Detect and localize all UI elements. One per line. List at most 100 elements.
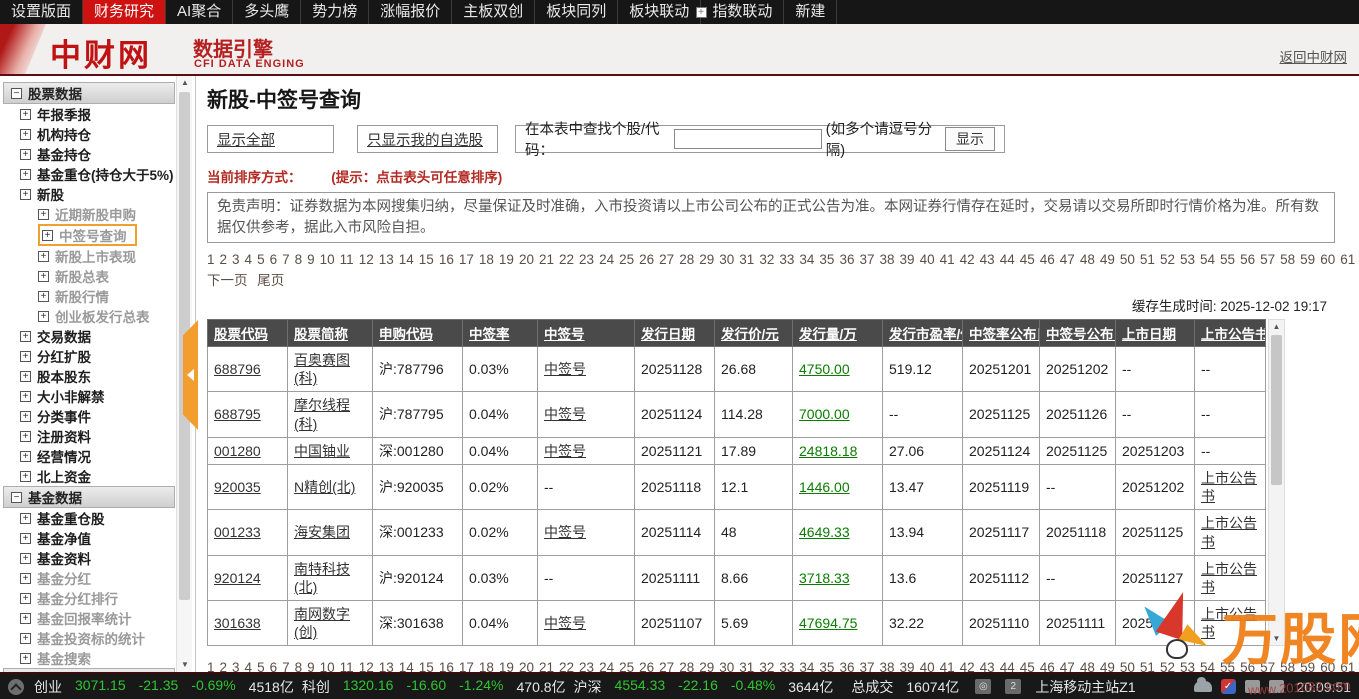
sidebar-item[interactable]: 中签号查询 bbox=[38, 224, 137, 246]
cell-stock-name[interactable]: 海安集团 bbox=[288, 510, 373, 555]
tree-toggle-icon[interactable] bbox=[20, 533, 31, 544]
menu-item[interactable]: AI聚合 bbox=[166, 0, 233, 24]
page-link[interactable]: 18 bbox=[479, 660, 494, 672]
page-link[interactable]: 41 bbox=[940, 660, 955, 672]
page-link[interactable]: 39 bbox=[900, 252, 915, 267]
page-link[interactable]: 8 bbox=[295, 252, 303, 267]
page-link[interactable]: 53 bbox=[1180, 252, 1195, 267]
cell-issue-volume-link[interactable]: 7000.00 bbox=[793, 392, 883, 437]
page-link[interactable]: 59 bbox=[1300, 660, 1315, 672]
page-link[interactable]: 21 bbox=[539, 252, 554, 267]
page-link[interactable]: 10 bbox=[320, 660, 335, 672]
page-link[interactable]: 46 bbox=[1040, 660, 1055, 672]
cell-issue-volume-link[interactable]: 4750.00 bbox=[793, 347, 883, 392]
sidebar-item[interactable]: 基金数据 bbox=[3, 486, 175, 508]
menu-item[interactable]: 指数联动 bbox=[701, 0, 784, 24]
cell-win-number-link[interactable]: -- bbox=[538, 555, 635, 600]
page-link[interactable]: 4 bbox=[245, 252, 253, 267]
sidebar-item[interactable]: 基金重仓股 bbox=[20, 508, 195, 528]
page-link[interactable]: 35 bbox=[819, 252, 834, 267]
sidebar-item[interactable]: 年报季报 bbox=[20, 104, 195, 124]
page-link[interactable]: 3 bbox=[232, 252, 240, 267]
tree-toggle-icon[interactable] bbox=[42, 230, 53, 241]
page-link[interactable]: 39 bbox=[900, 660, 915, 672]
tree-toggle-icon[interactable] bbox=[20, 371, 31, 382]
page-link[interactable]: 22 bbox=[559, 252, 574, 267]
tree-toggle-icon[interactable] bbox=[38, 291, 49, 302]
column-header[interactable]: 发行日期 bbox=[635, 320, 715, 347]
cell-stock-name[interactable]: 中国铀业 bbox=[288, 437, 373, 464]
tree-toggle-icon[interactable] bbox=[20, 633, 31, 644]
tree-toggle-icon[interactable] bbox=[11, 492, 22, 503]
page-link[interactable]: 57 bbox=[1260, 660, 1275, 672]
page-link[interactable]: 3 bbox=[232, 660, 240, 672]
page-link[interactable]: 41 bbox=[940, 252, 955, 267]
page-link[interactable]: 2 bbox=[220, 252, 228, 267]
page-link[interactable]: 48 bbox=[1080, 252, 1095, 267]
sidebar-item[interactable]: 股票数据 bbox=[3, 82, 175, 104]
cell-issue-volume-link[interactable]: 4649.33 bbox=[793, 510, 883, 555]
tree-toggle-icon[interactable] bbox=[38, 311, 49, 322]
page-link[interactable]: 4 bbox=[245, 660, 253, 672]
printer-icon[interactable] bbox=[1269, 680, 1284, 693]
page-link[interactable]: 12 bbox=[359, 252, 374, 267]
column-header[interactable]: 中签号公布日 bbox=[1040, 320, 1116, 347]
add-tab-button[interactable] bbox=[690, 0, 712, 24]
sidebar-item[interactable]: 创业板发行总表 bbox=[38, 306, 195, 326]
page-link[interactable]: 54 bbox=[1200, 252, 1215, 267]
tree-toggle-icon[interactable] bbox=[20, 169, 31, 180]
tree-toggle-icon[interactable] bbox=[20, 149, 31, 160]
menu-item[interactable]: 板块联动 bbox=[618, 0, 701, 24]
tree-toggle-icon[interactable] bbox=[20, 411, 31, 422]
page-link[interactable]: 9 bbox=[307, 252, 315, 267]
page-link[interactable]: 45 bbox=[1020, 252, 1035, 267]
cell-issue-volume-link[interactable]: 1446.00 bbox=[793, 464, 883, 509]
sidebar-item[interactable]: 基金投资标的统计 bbox=[20, 628, 195, 648]
sidebar-item[interactable]: 注册资料 bbox=[20, 426, 195, 446]
cell-stock-code[interactable]: 688796 bbox=[208, 347, 288, 392]
tree-toggle-icon[interactable] bbox=[38, 251, 49, 262]
page-link[interactable]: 55 bbox=[1220, 660, 1235, 672]
column-header[interactable]: 中签率 bbox=[463, 320, 538, 347]
tree-toggle-icon[interactable] bbox=[20, 129, 31, 140]
cell-stock-code[interactable]: 920124 bbox=[208, 555, 288, 600]
page-link[interactable]: 29 bbox=[699, 252, 714, 267]
page-link[interactable]: 5 bbox=[257, 252, 265, 267]
page-link[interactable]: 11 bbox=[340, 660, 354, 672]
brand-check-icon[interactable]: ✓ bbox=[1221, 679, 1236, 694]
sidebar-item[interactable]: 基金搜索 bbox=[20, 648, 195, 668]
page-link[interactable]: 42 bbox=[960, 252, 975, 267]
sidebar-item[interactable]: 新股 bbox=[20, 184, 195, 204]
page-link[interactable]: 28 bbox=[679, 660, 694, 672]
sidebar-item[interactable]: 北上资金 bbox=[20, 466, 195, 486]
sidebar-item[interactable]: 基金资料 bbox=[20, 548, 195, 568]
tree-toggle-icon[interactable] bbox=[20, 109, 31, 120]
tree-toggle-icon[interactable] bbox=[20, 391, 31, 402]
cell-issue-volume-link[interactable]: 3718.33 bbox=[793, 555, 883, 600]
cell-win-number-link[interactable]: 中签号 bbox=[538, 510, 635, 555]
page-link[interactable]: 56 bbox=[1240, 252, 1255, 267]
scroll-down-icon[interactable] bbox=[1269, 632, 1284, 645]
column-header[interactable]: 上市公告书 bbox=[1195, 320, 1266, 347]
page-link[interactable]: 61 bbox=[1340, 660, 1355, 672]
page-link[interactable]: 57 bbox=[1260, 252, 1275, 267]
page-link[interactable]: 1 bbox=[207, 660, 215, 672]
page-link[interactable]: 25 bbox=[619, 252, 634, 267]
cell-win-number-link[interactable]: 中签号 bbox=[538, 347, 635, 392]
page-link[interactable]: 47 bbox=[1060, 660, 1075, 672]
page-link[interactable]: 29 bbox=[699, 660, 714, 672]
page-link[interactable]: 32 bbox=[759, 660, 774, 672]
column-header[interactable]: 发行价/元 bbox=[715, 320, 793, 347]
cell-listing-announcement-link[interactable]: -- bbox=[1195, 437, 1266, 464]
sidebar-item[interactable]: 基金分红排行 bbox=[20, 588, 195, 608]
menu-item[interactable]: 新建 bbox=[784, 0, 837, 24]
tree-toggle-icon[interactable] bbox=[20, 593, 31, 604]
page-link[interactable]: 17 bbox=[459, 252, 474, 267]
menu-item[interactable]: 设置版面 bbox=[0, 0, 83, 24]
page-link[interactable]: 49 bbox=[1100, 660, 1115, 672]
cell-listing-announcement-link[interactable]: 上市公告书 bbox=[1195, 510, 1266, 555]
tree-toggle-icon[interactable] bbox=[38, 209, 49, 220]
page-link[interactable]: 19 bbox=[499, 252, 514, 267]
page-link[interactable]: 20 bbox=[519, 660, 534, 672]
page-link[interactable]: 11 bbox=[340, 252, 354, 267]
